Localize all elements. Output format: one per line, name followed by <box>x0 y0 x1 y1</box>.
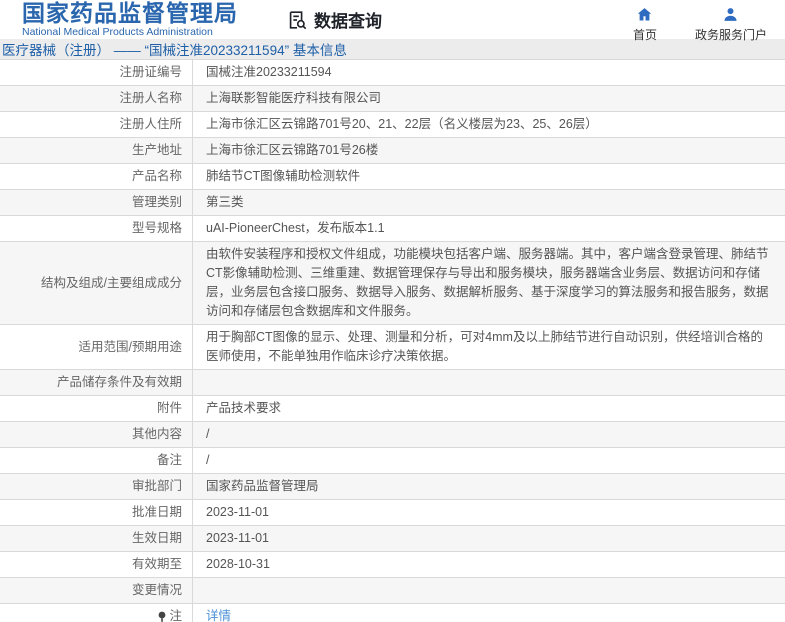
table-row: 注册人名称 上海联影智能医疗科技有限公司 <box>0 86 785 112</box>
row-value <box>193 578 785 603</box>
row-label: 备注 <box>0 448 193 473</box>
row-value: 用于胸部CT图像的显示、处理、测量和分析，可对4mm及以上肺结节进行自动识别，供… <box>206 330 763 363</box>
row-label: 批准日期 <box>0 500 193 525</box>
nav-home-label: 首页 <box>632 28 657 42</box>
table-row: 注册证编号 国械注准20233211594 <box>0 60 785 86</box>
table-row: 管理类别 第三类 <box>0 190 785 216</box>
table-row: 生效日期 2023-11-01 <box>0 526 785 552</box>
nav-portal-label: 政务服务门户 <box>694 28 767 42</box>
row-value: 产品技术要求 <box>206 401 282 415</box>
table-row: 有效期至 2028-10-31 <box>0 552 785 578</box>
breadcrumb-text: 医疗器械（注册） —— “国械注准20233211594” 基本信息 <box>2 43 347 58</box>
table-row-note: 注 详情 <box>0 604 785 622</box>
row-value: 上海联影智能医疗科技有限公司 <box>206 91 382 105</box>
header: 国家药品监督管理局 National Medical Products Admi… <box>0 0 785 42</box>
row-value: 上海市徐汇区云锦路701号20、21、22层（名义楼层为23、25、26层） <box>206 117 598 131</box>
table-row: 变更情况 <box>0 578 785 604</box>
row-label: 注册人名称 <box>0 86 193 111</box>
row-label: 其他内容 <box>0 422 193 447</box>
nmpa-logo[interactable]: 国家药品监督管理局 National Medical Products Admi… <box>22 0 238 39</box>
row-label: 生效日期 <box>0 526 193 551</box>
table-row: 产品名称 肺结节CT图像辅助检测软件 <box>0 164 785 190</box>
table-row: 产品储存条件及有效期 <box>0 370 785 396</box>
row-value: 2028-10-31 <box>206 557 270 571</box>
details-link[interactable]: 详情 <box>206 607 231 622</box>
row-value <box>193 370 785 395</box>
row-value: 由软件安装程序和授权文件组成，功能模块包括客户端、服务器端。其中，客户端含登录管… <box>206 247 769 318</box>
logo-subtitle: National Medical Products Administration <box>22 26 213 38</box>
registration-info-table: 注册证编号 国械注准20233211594 注册人名称 上海联影智能医疗科技有限公司… <box>0 59 785 622</box>
row-label: 注册人住所 <box>0 112 193 137</box>
document-search-icon <box>286 9 308 31</box>
header-nav: 首页 政务服务门户 <box>633 6 767 43</box>
row-label: 有效期至 <box>0 552 193 577</box>
row-label: 注 <box>0 604 193 622</box>
nav-item-portal[interactable]: 政务服务门户 <box>695 6 767 43</box>
row-label: 型号规格 <box>0 216 193 241</box>
nav-item-home[interactable]: 首页 <box>633 6 657 43</box>
row-value: / <box>206 427 210 441</box>
row-label: 审批部门 <box>0 474 193 499</box>
table-row: 注册人住所 上海市徐汇区云锦路701号20、21、22层（名义楼层为23、25、2… <box>0 112 785 138</box>
row-label: 产品储存条件及有效期 <box>0 370 193 395</box>
data-query-label: 数据查询 <box>314 12 382 31</box>
row-value: / <box>206 453 210 467</box>
home-icon <box>636 6 653 23</box>
table-row: 生产地址 上海市徐汇区云锦路701号26楼 <box>0 138 785 164</box>
row-label: 管理类别 <box>0 190 193 215</box>
row-label: 变更情况 <box>0 578 193 603</box>
table-row: 批准日期 2023-11-01 <box>0 500 785 526</box>
row-label: 适用范围/预期用途 <box>0 325 193 369</box>
table-row: 结构及组成/主要组成成分 由软件安装程序和授权文件组成，功能模块包括客户端、服务器… <box>0 242 785 325</box>
user-icon <box>722 6 739 23</box>
note-pin-icon <box>157 611 167 622</box>
row-value: 2023-11-01 <box>206 505 270 519</box>
logo-title: 国家药品监督管理局 <box>22 0 238 26</box>
row-label: 注册证编号 <box>0 60 193 85</box>
row-value: 国械注准20233211594 <box>206 65 332 79</box>
row-label: 附件 <box>0 396 193 421</box>
row-value: 第三类 <box>206 195 244 209</box>
row-value: 2023-11-01 <box>206 531 270 545</box>
row-value: 肺结节CT图像辅助检测软件 <box>206 169 361 183</box>
row-label: 生产地址 <box>0 138 193 163</box>
row-label: 结构及组成/主要组成成分 <box>0 242 193 324</box>
page: 国家药品监督管理局 National Medical Products Admi… <box>0 0 785 622</box>
table-row: 附件 产品技术要求 <box>0 396 785 422</box>
row-value: 详情 <box>193 604 785 622</box>
row-value: uAI-PioneerChest，发布版本1.1 <box>206 221 385 235</box>
data-query-section[interactable]: 数据查询 <box>286 7 382 32</box>
row-value: 国家药品监督管理局 <box>206 479 319 493</box>
table-row: 型号规格 uAI-PioneerChest，发布版本1.1 <box>0 216 785 242</box>
table-row: 适用范围/预期用途 用于胸部CT图像的显示、处理、测量和分析，可对4mm及以上肺结… <box>0 325 785 370</box>
table-row: 其他内容 / <box>0 422 785 448</box>
row-label: 产品名称 <box>0 164 193 189</box>
row-value: 上海市徐汇区云锦路701号26楼 <box>206 143 379 157</box>
table-row: 备注 / <box>0 448 785 474</box>
table-row: 审批部门 国家药品监督管理局 <box>0 474 785 500</box>
